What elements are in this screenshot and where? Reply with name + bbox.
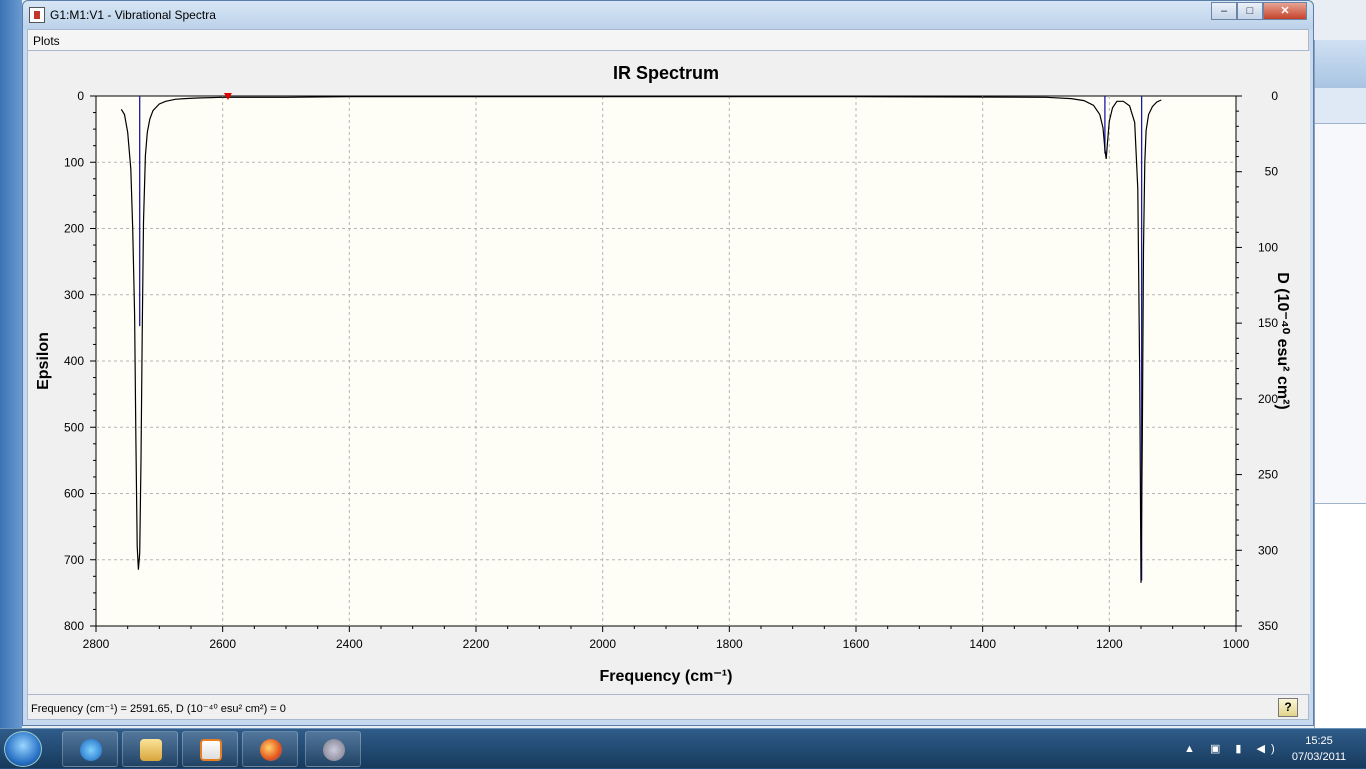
y-tick-label: 100 bbox=[64, 155, 84, 169]
x-tick-label: 1200 bbox=[1096, 637, 1123, 651]
vibrational-spectra-window: G1:M1:V1 - Vibrational Spectra – □ ✕ Plo… bbox=[22, 0, 1314, 726]
y2-tick-label: 0 bbox=[1271, 89, 1278, 103]
gaussview-taskbar-button[interactable] bbox=[305, 731, 361, 767]
y2-tick-label: 300 bbox=[1258, 543, 1278, 557]
status-bar: Frequency (cm⁻¹) = 2591.65, D (10⁻⁴⁰ esu… bbox=[27, 694, 1309, 720]
system-tray: ▲ ▣ ▮ ◀) 15:25 07/03/2011 bbox=[1166, 729, 1366, 769]
ie-icon bbox=[80, 739, 102, 761]
menu-bar: Plots bbox=[27, 29, 1309, 51]
y-axis-label: Epsilon bbox=[35, 332, 52, 390]
window-controls: – □ ✕ bbox=[1211, 2, 1307, 22]
x-axis-label: Frequency (cm⁻¹) bbox=[600, 668, 733, 685]
x-tick-label: 1800 bbox=[716, 637, 743, 651]
y-tick-label: 300 bbox=[64, 288, 84, 302]
minimize-button[interactable]: – bbox=[1211, 2, 1237, 20]
tray-icons[interactable]: ▲ ▣ ▮ ◀) bbox=[1184, 742, 1281, 755]
y2-tick-label: 50 bbox=[1265, 165, 1279, 179]
x-tick-label: 1000 bbox=[1223, 637, 1250, 651]
folder-icon bbox=[140, 739, 162, 761]
y-tick-label: 500 bbox=[64, 420, 84, 434]
clock-date[interactable]: 07/03/2011 bbox=[1284, 751, 1354, 763]
app-icon[interactable] bbox=[29, 7, 45, 23]
title-bar[interactable]: G1:M1:V1 - Vibrational Spectra – □ ✕ bbox=[23, 1, 1313, 29]
x-tick-label: 2200 bbox=[463, 637, 490, 651]
close-button[interactable]: ✕ bbox=[1263, 2, 1307, 20]
help-button[interactable]: ? bbox=[1278, 698, 1298, 717]
x-tick-label: 2000 bbox=[589, 637, 616, 651]
play-icon bbox=[200, 739, 222, 761]
maximize-button[interactable]: □ bbox=[1237, 2, 1263, 20]
y2-tick-label: 350 bbox=[1258, 619, 1278, 633]
explorer-taskbar-button[interactable] bbox=[122, 731, 178, 767]
y-tick-label: 600 bbox=[64, 487, 84, 501]
x-tick-label: 2400 bbox=[336, 637, 363, 651]
background-window-edge bbox=[0, 0, 22, 728]
y-tick-label: 0 bbox=[77, 89, 84, 103]
ir-spectrum-chart[interactable]: IR Spectrum2800 2600 2400 2200 2000 1800 1600 1… bbox=[28, 51, 1310, 694]
taskbar: ▲ ▣ ▮ ◀) 15:25 07/03/2011 bbox=[0, 728, 1366, 768]
desktop: G1:M1:V1 - Vibrational Spectra – □ ✕ Plo… bbox=[0, 0, 1366, 728]
y-tick-label: 400 bbox=[64, 354, 84, 368]
x-tick-label: 2800 bbox=[83, 637, 110, 651]
media-player-taskbar-button[interactable] bbox=[182, 731, 238, 767]
x-tick-label: 1600 bbox=[843, 637, 870, 651]
internet-explorer-taskbar-button[interactable] bbox=[62, 731, 118, 767]
chart-area[interactable]: IR Spectrum 2800 2600 2400 2200 2000 1800 1600 1… bbox=[27, 51, 1310, 694]
x-tick-label: 2600 bbox=[209, 637, 236, 651]
chart-title: IR Spectrum bbox=[613, 63, 719, 83]
y2-tick-label: 100 bbox=[1258, 240, 1278, 254]
status-readout: Frequency (cm⁻¹) = 2591.65, D (10⁻⁴⁰ esu… bbox=[31, 703, 286, 715]
start-button[interactable] bbox=[4, 731, 42, 767]
gaussview-icon bbox=[323, 739, 345, 761]
menu-plots[interactable]: Plots bbox=[33, 34, 60, 48]
clock-time[interactable]: 15:25 bbox=[1284, 735, 1354, 747]
x-tick-label: 1400 bbox=[969, 637, 996, 651]
firefox-icon bbox=[260, 739, 282, 761]
y-tick-label: 800 bbox=[64, 619, 84, 633]
y-tick-label: 200 bbox=[64, 222, 84, 236]
y2-tick-label: 250 bbox=[1258, 468, 1278, 482]
y2-axis-label: D (10⁻⁴⁰ esu² cm²) bbox=[1274, 272, 1291, 409]
y-tick-label: 700 bbox=[64, 553, 84, 567]
window-title: G1:M1:V1 - Vibrational Spectra bbox=[50, 8, 216, 22]
firefox-taskbar-button[interactable] bbox=[242, 731, 298, 767]
background-window bbox=[1314, 40, 1366, 728]
